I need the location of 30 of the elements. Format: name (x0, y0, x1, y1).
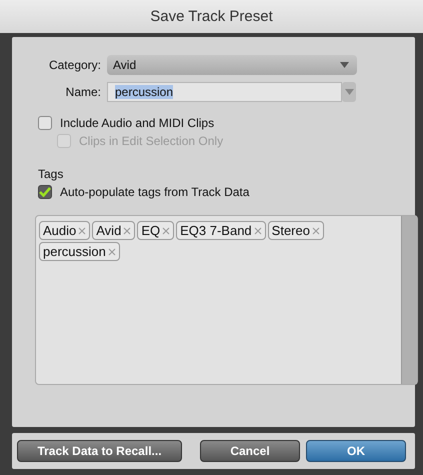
name-field[interactable]: percussion (107, 82, 342, 102)
close-icon[interactable] (78, 226, 86, 234)
close-icon[interactable] (312, 226, 320, 234)
checkbox-label: Auto-populate tags from Track Data (60, 185, 250, 199)
close-icon[interactable] (162, 226, 170, 234)
tag-label: percussion (43, 244, 106, 259)
caret-icon (340, 62, 349, 68)
close-icon[interactable] (123, 226, 132, 234)
name-label: Name: (64, 85, 101, 99)
name-dropdown[interactable] (342, 82, 356, 102)
tag-label: Audio (43, 223, 76, 238)
window-title: Save Track Preset (0, 0, 423, 33)
checkbox-label: Include Audio and MIDI Clips (60, 116, 214, 130)
tag-label: Stereo (272, 223, 310, 238)
section-label: Tags (38, 167, 64, 181)
tag-label: EQ (141, 223, 160, 238)
dialog-button[interactable]: Cancel (200, 440, 300, 462)
caret-icon (344, 89, 354, 95)
checkbox-label: Clips in Edit Selection Only (79, 134, 224, 148)
category-dropdown[interactable]: Avid (107, 55, 357, 75)
tag-label: EQ3 7-Band (180, 223, 252, 238)
tag-label: Avid (96, 223, 122, 238)
checkbox[interactable] (38, 185, 52, 199)
checkbox[interactable] (38, 116, 52, 130)
category-label: Category: (48, 58, 101, 72)
dialog-button[interactable]: Track Data to Recall... (17, 440, 182, 462)
scrollbar[interactable] (401, 216, 417, 384)
close-icon[interactable] (254, 226, 262, 234)
dialog-button[interactable]: OK (306, 440, 406, 462)
close-icon[interactable] (108, 248, 116, 256)
